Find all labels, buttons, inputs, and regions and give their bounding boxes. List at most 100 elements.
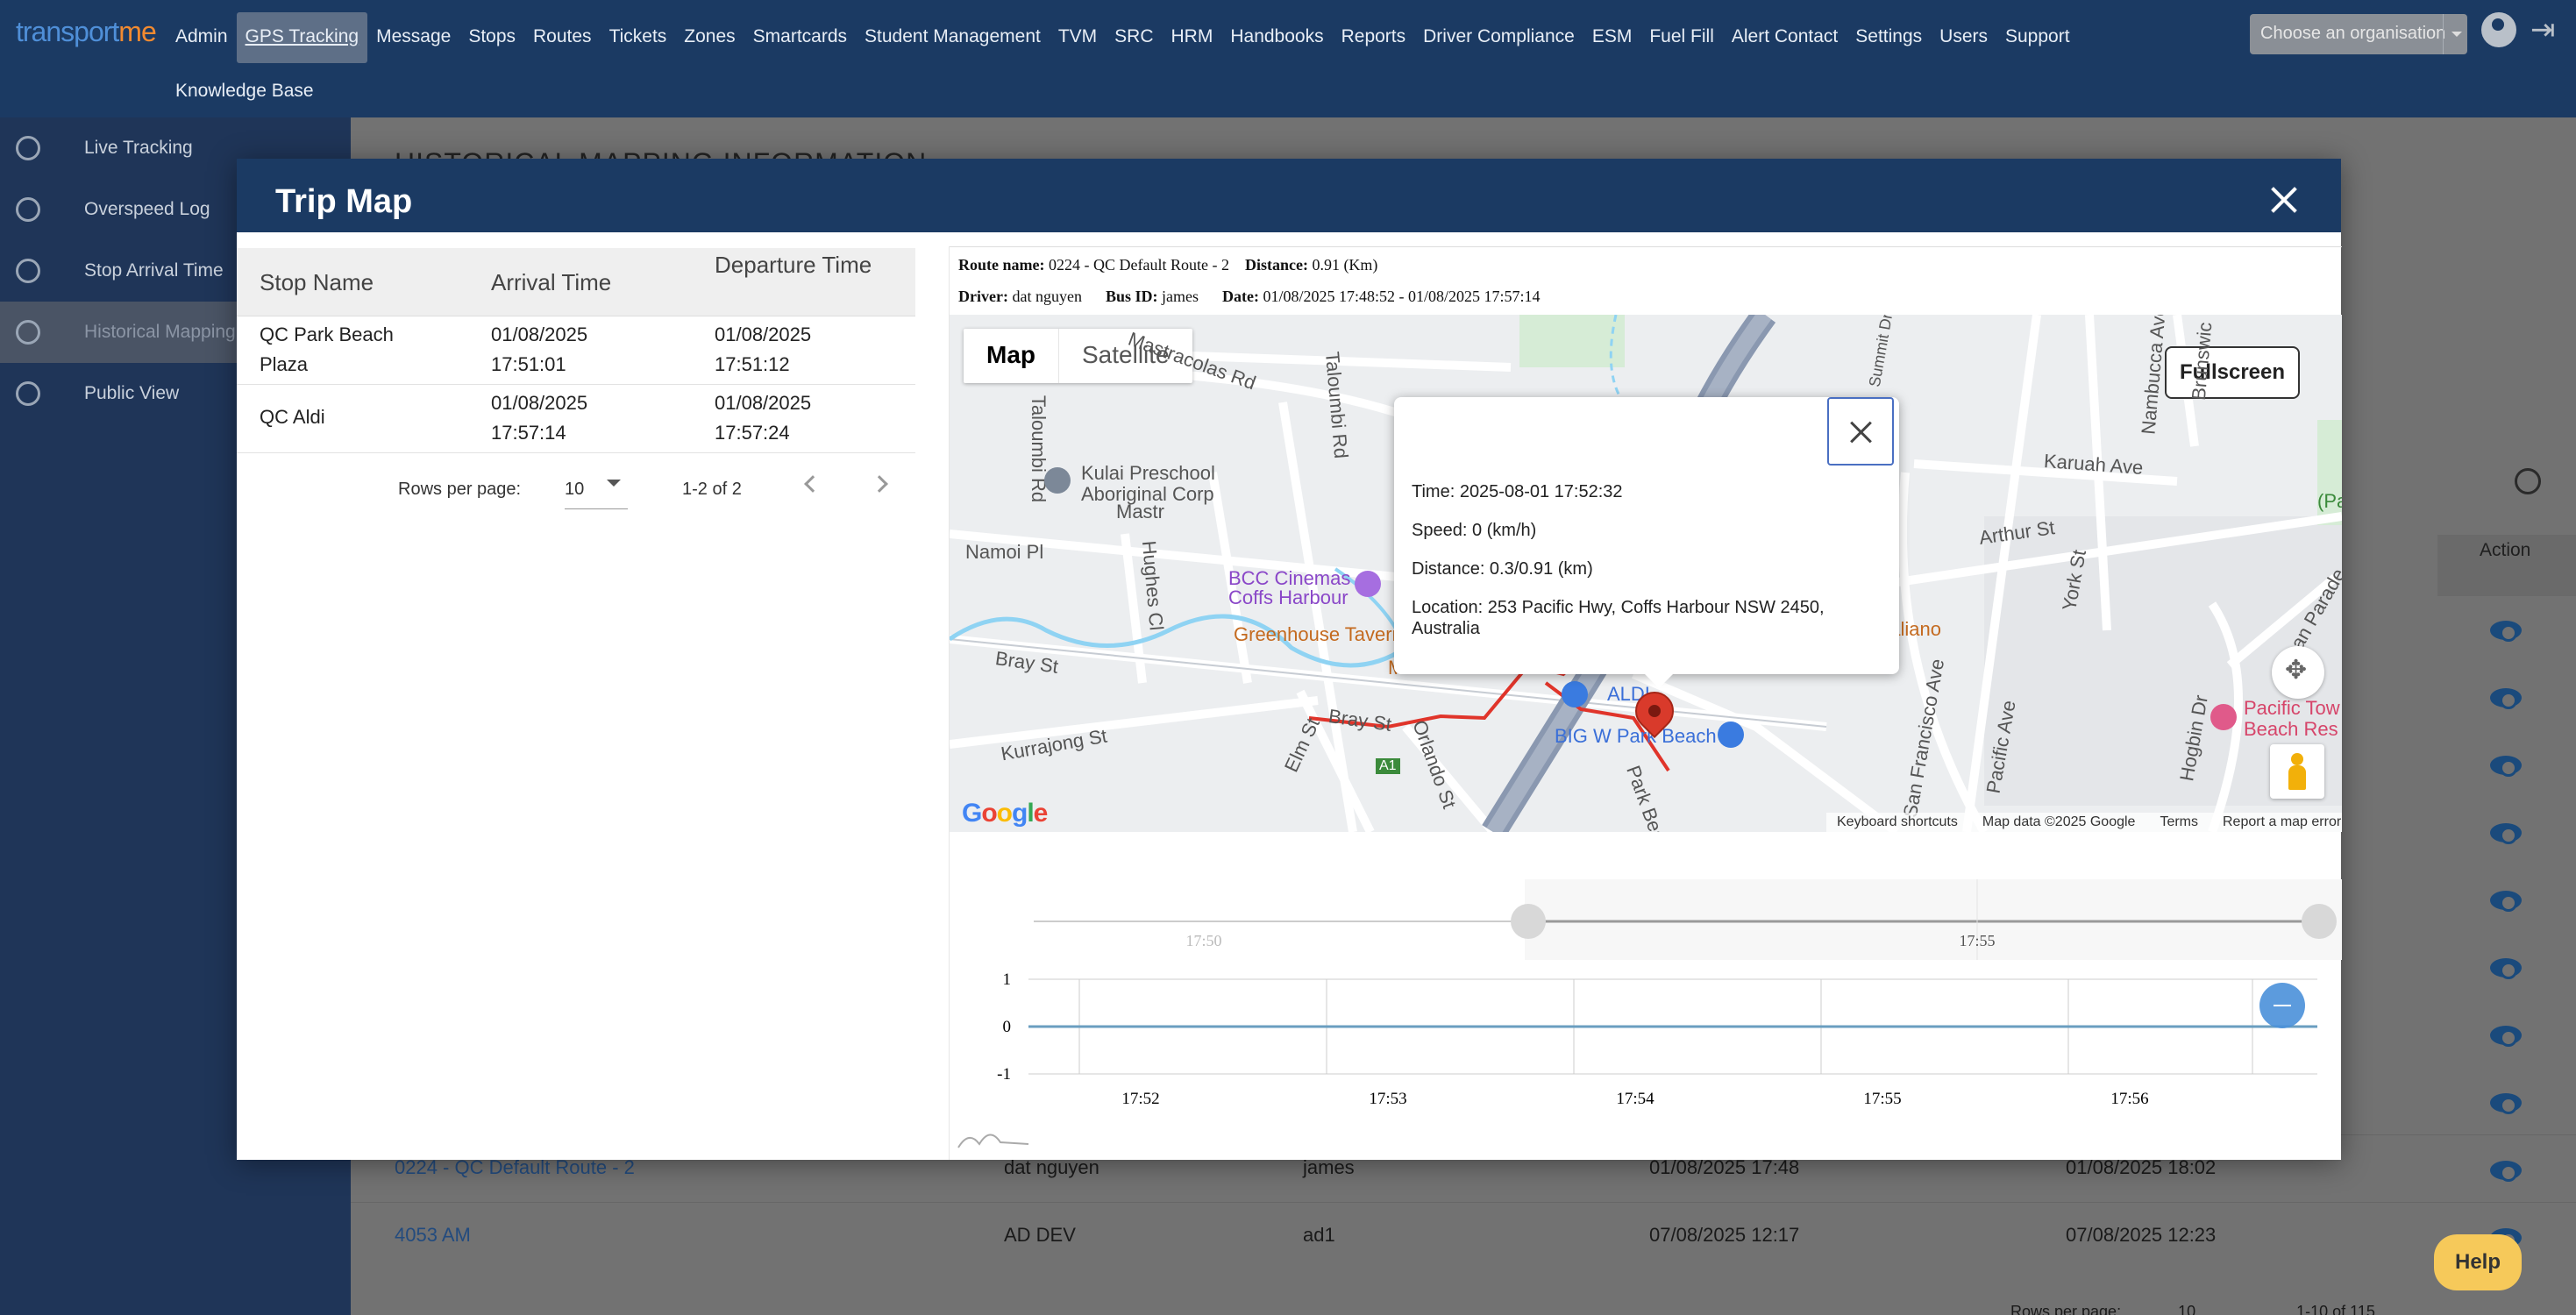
- route-link[interactable]: 4053 AM: [395, 1224, 471, 1247]
- nav-item-gps-tracking[interactable]: GPS Tracking: [236, 12, 368, 63]
- user-account-icon[interactable]: [2481, 12, 2516, 47]
- page-range: 1-10 of 115: [2296, 1303, 2375, 1315]
- rows-per-page-select[interactable]: 10: [2178, 1303, 2195, 1315]
- nav-item-handbooks[interactable]: Handbooks: [1221, 12, 1332, 63]
- table-row[interactable]: QC Aldi 01/08/2025 17:57:14 01/08/2025 17:…: [237, 385, 915, 453]
- sidebar-item-label: Overspeed Log: [84, 199, 210, 219]
- sidebar-item-label: Stop Arrival Time: [84, 260, 224, 281]
- arrival-cell: 01/08/2025 17:57:14: [491, 392, 588, 444]
- view-eye-icon[interactable]: [2490, 958, 2522, 979]
- bus-id-value: james: [1161, 288, 1199, 305]
- hotel-icon[interactable]: [2210, 704, 2237, 730]
- x-tick-label: 17:54: [1616, 1090, 1654, 1108]
- speed-timeline-chart[interactable]: 17:50 17:55 1 0 -1 17:52 17:53 17:54 17:55 17:56: [950, 832, 2342, 1160]
- view-eye-icon[interactable]: [2490, 1093, 2522, 1114]
- close-icon[interactable]: [2269, 185, 2299, 215]
- bus-icon: [16, 259, 40, 283]
- map-data-label: Map data ©2025 Google: [1982, 814, 2136, 829]
- driver-value: dat nguyen: [1012, 288, 1082, 305]
- arrival-cell: 01/08/2025 17:51:01: [491, 323, 588, 375]
- distance-label: Distance:: [1244, 256, 1308, 274]
- route-map-icon: [16, 320, 40, 345]
- shopping-cart-icon[interactable]: [1562, 681, 1588, 707]
- poi-label: Pacific Tow: [2244, 697, 2340, 719]
- logout-icon[interactable]: ⇥: [2530, 14, 2562, 46]
- nav-item-support[interactable]: Support: [1996, 12, 2079, 63]
- navigator-tick-label: 17:50: [1185, 932, 1221, 949]
- search-icon[interactable]: [2515, 468, 2541, 494]
- departure-time-header[interactable]: Departure Time: [715, 252, 872, 279]
- poi-label: Aboriginal Corp: [1081, 483, 1214, 505]
- view-eye-icon[interactable]: [2490, 756, 2522, 777]
- cinema-icon[interactable]: [1355, 571, 1381, 597]
- rows-per-page-select[interactable]: 10: [565, 469, 628, 509]
- chevron-left-icon[interactable]: [804, 475, 822, 493]
- nav-item-settings[interactable]: Settings: [1847, 12, 1931, 63]
- poi-label: BIG W Park Beach: [1555, 725, 1717, 747]
- nav-item-users[interactable]: Users: [1931, 12, 1996, 63]
- close-icon[interactable]: [1827, 397, 1894, 466]
- chevron-right-icon[interactable]: [871, 475, 888, 493]
- view-eye-icon[interactable]: [2490, 1026, 2522, 1047]
- school-icon[interactable]: [1044, 467, 1071, 494]
- arrival-time-header[interactable]: Arrival Time: [491, 269, 611, 296]
- y-tick-label: 1: [1003, 970, 1012, 989]
- x-tick-label: 17:53: [1369, 1090, 1406, 1108]
- google-logo[interactable]: Google: [962, 799, 1048, 828]
- map-type-map-button[interactable]: Map: [964, 329, 1059, 383]
- view-eye-icon[interactable]: [2490, 891, 2522, 912]
- terms-link[interactable]: Terms: [2160, 814, 2198, 830]
- modal-header: Trip Map: [237, 159, 2341, 232]
- nav-item-tickets[interactable]: Tickets: [601, 12, 676, 63]
- trip-detail-panel: Route name: 0224 - QC Default Route - 2 …: [949, 246, 2342, 1160]
- view-eye-icon[interactable]: [2490, 621, 2522, 642]
- nav-item-driver-compliance[interactable]: Driver Compliance: [1414, 12, 1583, 63]
- info-speed: Speed: 0 (km/h): [1412, 521, 1537, 540]
- trip-map[interactable]: Map Satellite Fullscreen Mastracolas Rd …: [950, 315, 2342, 832]
- nav-item-routes[interactable]: Routes: [524, 12, 601, 63]
- table-pagination: Rows per page: 10 1-10 of 115: [2010, 1303, 2375, 1315]
- nav-item-fuel-fill[interactable]: Fuel Fill: [1640, 12, 1723, 63]
- fullscreen-button[interactable]: Fullscreen: [2165, 346, 2300, 399]
- nav-item-student-management[interactable]: Student Management: [856, 12, 1050, 63]
- report-error-link[interactable]: Report a map error: [2223, 814, 2341, 830]
- shopping-bag-icon[interactable]: [1718, 721, 1744, 748]
- nav-item-tvm[interactable]: TVM: [1050, 12, 1106, 63]
- departure-cell: 01/08/2025 17:51:12: [715, 323, 812, 375]
- top-navigation: transportme Admin GPS Tracking Message Stop…: [0, 0, 2576, 117]
- highway-shield: A1: [1376, 758, 1400, 774]
- street-label: Namoi Pl: [965, 541, 1044, 563]
- nav-item-esm[interactable]: ESM: [1583, 12, 1641, 63]
- nav-item-reports[interactable]: Reports: [1333, 12, 1415, 63]
- organisation-select[interactable]: Choose an organisation: [2250, 14, 2467, 54]
- table-row[interactable]: QC Park Beach Plaza 01/08/2025 17:51:01 01…: [237, 316, 915, 385]
- info-time: Time: 2025-08-01 17:52:32: [1412, 482, 1623, 501]
- stop-name-header[interactable]: Stop Name: [260, 269, 374, 296]
- app-logo[interactable]: transportme: [16, 16, 157, 48]
- nav-item-smartcards[interactable]: Smartcards: [744, 12, 856, 63]
- driver-label: Driver:: [958, 288, 1008, 305]
- help-button[interactable]: Help: [2434, 1234, 2522, 1290]
- bus-id-label: Bus ID:: [1105, 288, 1158, 305]
- nav-item-alert-contact[interactable]: Alert Contact: [1723, 12, 1847, 63]
- nav-item-admin[interactable]: Admin: [167, 12, 237, 63]
- view-eye-icon[interactable]: [2490, 823, 2522, 844]
- street-view-pegman-icon[interactable]: [2270, 744, 2324, 799]
- view-eye-icon[interactable]: [2490, 688, 2522, 709]
- nav-item-zones[interactable]: Zones: [675, 12, 744, 63]
- stops-table-header: Stop Name Arrival Time Departure Time: [237, 248, 915, 316]
- stops-pagination: Rows per page: 10 1-2 of 2: [237, 469, 915, 513]
- departure-cell: 01/08/2025 17:57:24: [715, 392, 812, 444]
- x-tick-label: 17:56: [2110, 1090, 2148, 1108]
- table-row[interactable]: 4053 AM AD DEV ad1 07/08/2025 12:17 07/0…: [351, 1202, 2576, 1269]
- navigator-handle-right[interactable]: [2302, 904, 2337, 939]
- nav-item-knowledge-base[interactable]: Knowledge Base: [167, 67, 323, 117]
- nav-item-src[interactable]: SRC: [1106, 12, 1162, 63]
- nav-item-message[interactable]: Message: [367, 12, 459, 63]
- nav-item-hrm[interactable]: HRM: [1163, 12, 1222, 63]
- keyboard-shortcuts-link[interactable]: Keyboard shortcuts: [1837, 814, 1958, 830]
- navigator-handle-left[interactable]: [1511, 904, 1546, 939]
- poi-label: Coffs Harbour: [1228, 586, 1348, 608]
- nav-item-stops[interactable]: Stops: [459, 12, 524, 63]
- pan-control-icon[interactable]: [2272, 646, 2324, 699]
